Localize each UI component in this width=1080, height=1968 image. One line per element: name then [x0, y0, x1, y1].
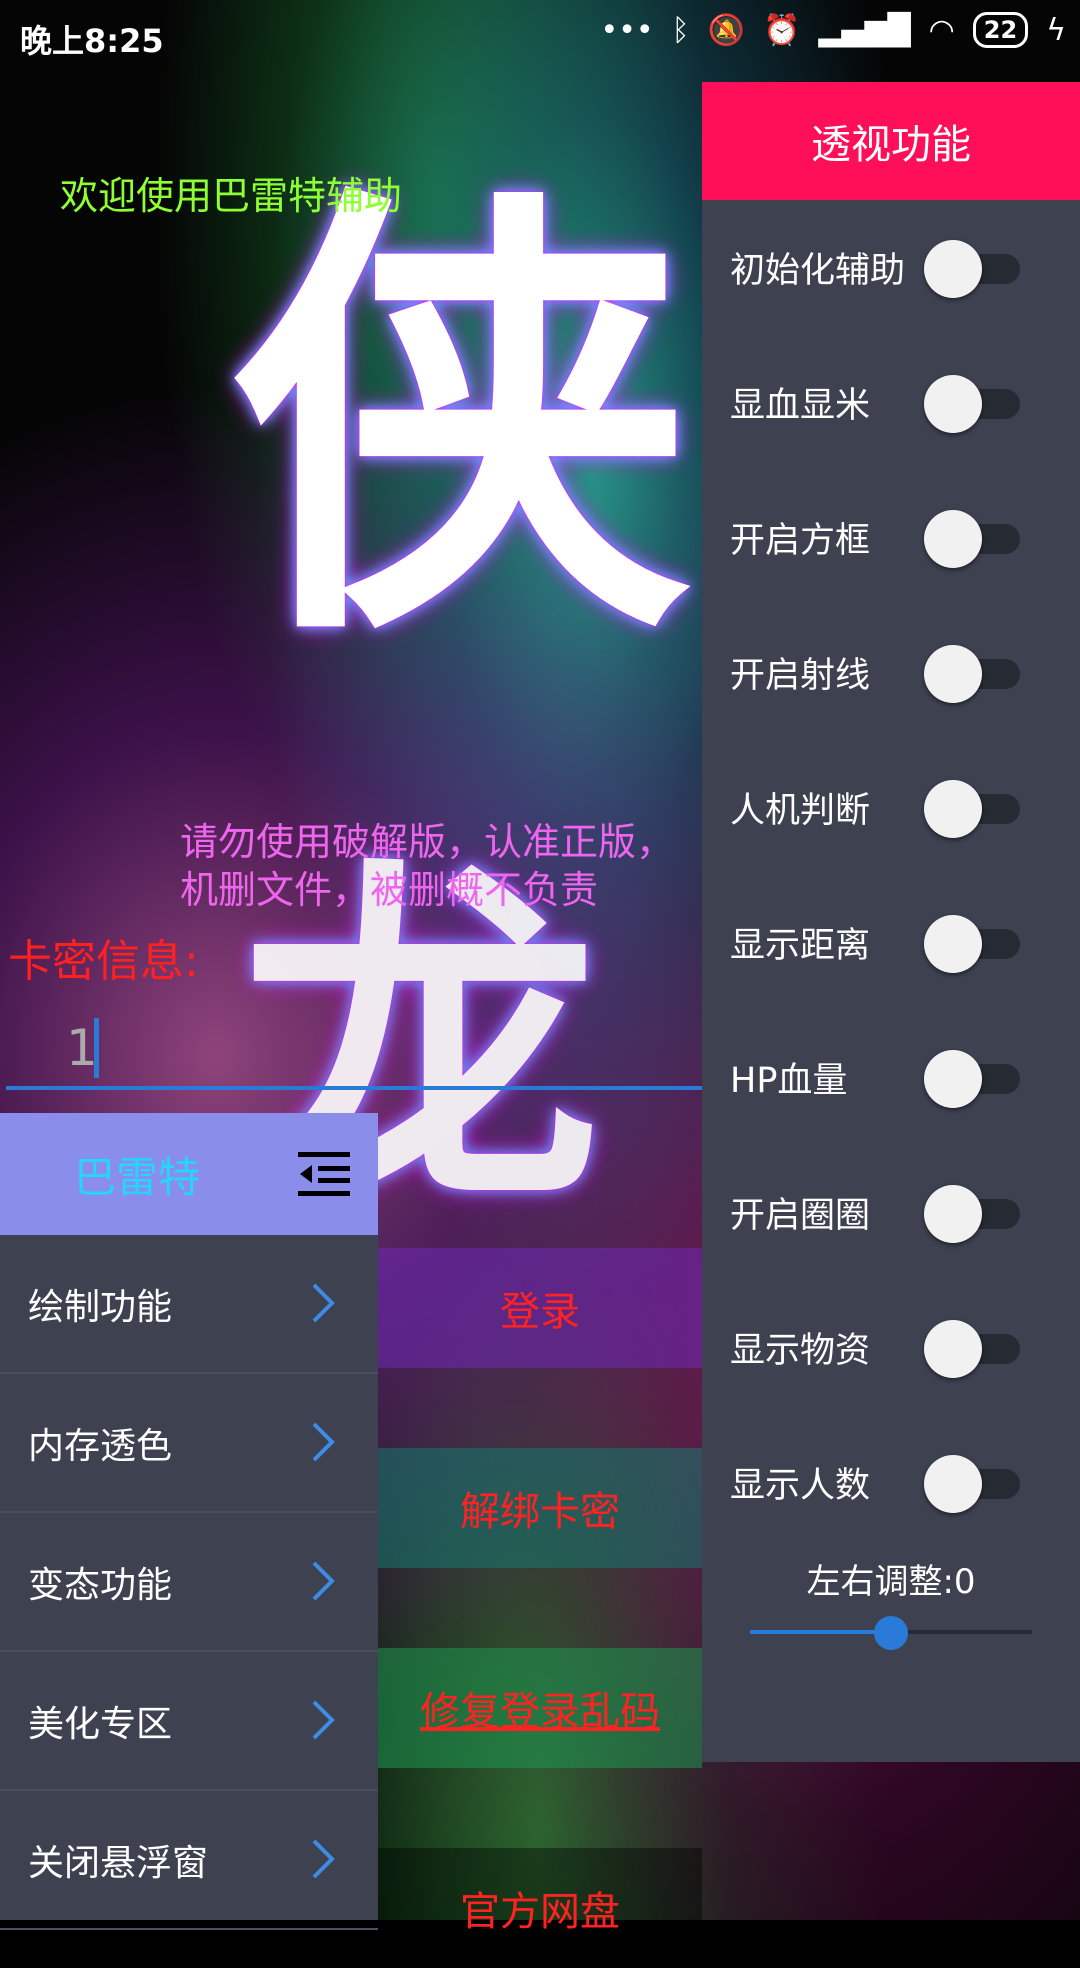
login-button[interactable]: 登录: [378, 1248, 702, 1368]
toggle-label: 开启方框: [730, 521, 871, 561]
chevron-right-icon: [312, 1700, 335, 1740]
menu-item-label: 变态功能: [28, 1564, 173, 1606]
menu-item-label: 内存透色: [28, 1425, 173, 1467]
wifi-icon: ◠: [928, 12, 955, 48]
horizontal-adjust-slider[interactable]: [750, 1612, 1032, 1652]
toggle-row: 人机判断: [702, 740, 1080, 875]
circle-switch[interactable]: [924, 1185, 1020, 1243]
menu-item-close-float[interactable]: 关闭悬浮窗: [0, 1791, 378, 1930]
toggle-row: 开启方框: [702, 470, 1080, 605]
left-float-menu: 巴雷特 绘制功能 内存透色 变态功能 美化专区 关闭悬浮窗: [0, 1113, 378, 1930]
perspective-panel-title: 透视功能: [702, 82, 1080, 200]
toggle-label: HP血量: [730, 1061, 848, 1101]
chevron-right-icon: [312, 1839, 335, 1879]
toggle-row: 初始化辅助: [702, 200, 1080, 335]
init-assist-switch[interactable]: [924, 240, 1020, 298]
toggle-row: 开启射线: [702, 605, 1080, 740]
toggle-label: 人机判断: [730, 791, 871, 831]
hp-switch[interactable]: [924, 1050, 1020, 1108]
welcome-text: 欢迎使用巴雷特辅助: [60, 174, 403, 218]
text-caret: [94, 1018, 99, 1078]
show-blood-switch[interactable]: [924, 375, 1020, 433]
collapse-menu-icon[interactable]: [298, 1150, 350, 1198]
unbind-card-button[interactable]: 解绑卡密: [378, 1448, 702, 1568]
mute-bell-icon: 🔕: [707, 12, 745, 48]
toggle-row: 显示物资: [702, 1280, 1080, 1415]
card-key-input[interactable]: [6, 1010, 702, 1090]
chevron-right-icon: [312, 1561, 335, 1601]
toggle-row: 显血显米: [702, 335, 1080, 470]
left-menu-header: 巴雷特: [0, 1113, 378, 1235]
toggle-label: 开启圈圈: [730, 1196, 871, 1236]
toggle-label: 显示人数: [730, 1466, 871, 1506]
toggle-row: HP血量: [702, 1010, 1080, 1145]
toggle-label: 显血显米: [730, 386, 871, 426]
left-menu-title: 巴雷特: [74, 1152, 201, 1202]
supplies-switch[interactable]: [924, 1320, 1020, 1378]
official-netdisk-button[interactable]: 官方网盘: [378, 1848, 702, 1968]
toggle-row: 显示人数: [702, 1415, 1080, 1550]
menu-item-draw[interactable]: 绘制功能: [0, 1235, 378, 1374]
fix-login-garbled-link[interactable]: 修复登录乱码: [378, 1648, 702, 1768]
ray-switch[interactable]: [924, 645, 1020, 703]
chevron-right-icon: [312, 1283, 335, 1323]
menu-item-label: 美化专区: [28, 1703, 173, 1745]
charging-icon: ϟ: [1046, 12, 1066, 48]
bot-detect-switch[interactable]: [924, 780, 1020, 838]
alarm-icon: ⏰: [762, 12, 801, 48]
toggle-label: 显示距离: [730, 926, 871, 966]
perspective-panel: 透视功能 初始化辅助 显血显米 开启方框 开启射线 人机判断 显示距离 HP血量…: [702, 82, 1080, 1762]
battery-icon: 22: [972, 12, 1029, 48]
distance-switch[interactable]: [924, 915, 1020, 973]
menu-item-memory[interactable]: 内存透色: [0, 1374, 378, 1513]
chevron-right-icon: [312, 1422, 335, 1462]
menu-item-abnormal[interactable]: 变态功能: [0, 1513, 378, 1652]
warning-text: 请勿使用破解版，认准正版，机删文件，被删概不负责: [180, 820, 675, 912]
slider-thumb[interactable]: [874, 1616, 908, 1650]
more-dots-icon: •••: [600, 12, 654, 48]
background-glyph-1: 侠: [230, 150, 690, 690]
toggle-row: 显示距离: [702, 875, 1080, 1010]
status-bar: 晚上8:25 ••• ᛒ 🔕 ⏰ ▂▄▆█ ◠ 22 ϟ: [0, 0, 1080, 72]
adjust-label: 左右调整:0: [806, 1562, 976, 1602]
menu-item-label: 绘制功能: [28, 1286, 173, 1328]
card-info-label: 卡密信息:: [8, 936, 199, 987]
status-time: 晚上8:25: [20, 22, 164, 60]
status-icons: ••• ᛒ 🔕 ⏰ ▂▄▆█ ◠ 22 ϟ: [600, 12, 1066, 48]
toggle-label: 初始化辅助: [730, 251, 906, 291]
toggle-label: 显示物资: [730, 1331, 871, 1371]
toggle-label: 开启射线: [730, 656, 871, 696]
menu-item-label: 关闭悬浮窗: [28, 1842, 209, 1884]
player-count-switch[interactable]: [924, 1455, 1020, 1513]
bluetooth-icon: ᛒ: [671, 12, 690, 48]
slider-fill: [750, 1630, 891, 1634]
box-switch[interactable]: [924, 510, 1020, 568]
toggle-row: 开启圈圈: [702, 1145, 1080, 1280]
signal-icon: ▂▄▆█: [818, 12, 911, 48]
menu-item-beautify[interactable]: 美化专区: [0, 1652, 378, 1791]
